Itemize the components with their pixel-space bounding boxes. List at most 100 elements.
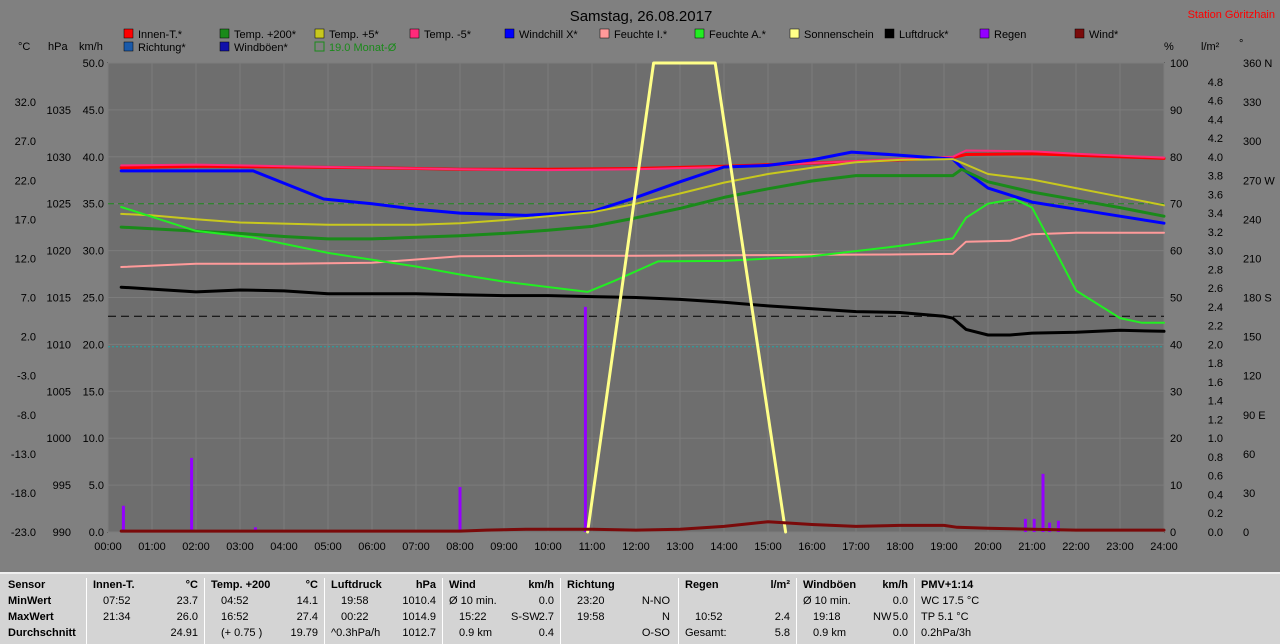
x-tick-label: 22:00 bbox=[1062, 541, 1090, 553]
x-tick-label: 12:00 bbox=[622, 541, 650, 553]
celsius-tick-label: 27.0 bbox=[15, 136, 36, 148]
legend-swatch bbox=[123, 28, 134, 39]
legend-label: Feuchte A.* bbox=[709, 29, 767, 41]
temp-avg-value: 19.79 bbox=[290, 627, 318, 639]
x-tick-label: 05:00 bbox=[314, 541, 342, 553]
x-tick-label: 02:00 bbox=[182, 541, 210, 553]
rain-tick-label: 3.4 bbox=[1208, 208, 1223, 220]
stats-col-boeen: Windböen km/h Ø 10 min. 0.0 19:18 NW 5.0 0.9… bbox=[796, 578, 914, 644]
legend-swatch bbox=[123, 41, 134, 52]
druck-max-value: 1014.9 bbox=[402, 611, 436, 623]
x-tick-label: 24:00 bbox=[1150, 541, 1178, 553]
wind-min-label: Ø 10 min. bbox=[449, 595, 497, 607]
rain-tick-label: 0.8 bbox=[1208, 452, 1223, 464]
direction-tick-label: 360 N bbox=[1243, 58, 1272, 70]
kmh-tick-label: 10.0 bbox=[83, 433, 104, 445]
rain-tick-label: 0.0 bbox=[1208, 527, 1223, 539]
percent-tick-label: 80 bbox=[1170, 152, 1182, 164]
wind-max-time: 15:22 bbox=[459, 611, 487, 623]
legend-label: Temp. -5* bbox=[424, 29, 472, 41]
percent-tick-label: 10 bbox=[1170, 480, 1182, 492]
rain-tick-label: 2.8 bbox=[1208, 264, 1223, 276]
rain-tick-label: 4.0 bbox=[1208, 152, 1223, 164]
legend-label: 19.0 Monat-Ø bbox=[329, 42, 397, 54]
celsius-tick-label: -13.0 bbox=[11, 449, 36, 461]
x-tick-label: 14:00 bbox=[710, 541, 738, 553]
kmh-tick-label: 50.0 bbox=[83, 58, 104, 70]
direction-tick-label: 60 bbox=[1243, 449, 1255, 461]
celsius-tick-label: 12.0 bbox=[15, 253, 36, 265]
boeen-max-value: 5.0 bbox=[892, 611, 908, 623]
celsius-tick-label: -23.0 bbox=[11, 527, 36, 539]
regen-unit: l/m² bbox=[770, 579, 790, 591]
x-tick-label: 10:00 bbox=[534, 541, 562, 553]
legend-label: Wind* bbox=[1089, 29, 1119, 41]
legend-label: Innen-T.* bbox=[138, 29, 183, 41]
statistics-panel: Sensor MinWert MaxWert Durchschnitt Inne… bbox=[0, 572, 1280, 644]
percent-tick-label: 50 bbox=[1170, 293, 1182, 305]
stats-col-druck: Luftdruck hPa 19:58 1010.4 00:22 1014.9 ^0.… bbox=[324, 578, 442, 644]
x-tick-label: 01:00 bbox=[138, 541, 166, 553]
rain-tick-label: 1.0 bbox=[1208, 433, 1223, 445]
temp-unit: °C bbox=[305, 579, 318, 591]
temp-min-value: 14.1 bbox=[296, 595, 318, 607]
legend-label: Feuchte I.* bbox=[614, 29, 668, 41]
kmh-tick-label: 15.0 bbox=[83, 386, 104, 398]
rain-tick-label: 3.6 bbox=[1208, 189, 1223, 201]
kmh-tick-label: 5.0 bbox=[89, 480, 104, 492]
direction-tick-label: 300 bbox=[1243, 136, 1261, 148]
rain-tick-label: 4.4 bbox=[1208, 114, 1223, 126]
druck-max-time: 00:22 bbox=[341, 611, 369, 623]
rain-tick-label: 2.0 bbox=[1208, 339, 1223, 351]
percent-tick-label: 100 bbox=[1170, 58, 1188, 70]
kmh-tick-label: 45.0 bbox=[83, 105, 104, 117]
x-tick-label: 03:00 bbox=[226, 541, 254, 553]
rain-tick-label: 0.6 bbox=[1208, 471, 1223, 483]
direction-tick-label: 210 bbox=[1243, 253, 1261, 265]
x-tick-label: 23:00 bbox=[1106, 541, 1134, 553]
percent-tick-label: 70 bbox=[1170, 199, 1182, 211]
x-tick-label: 04:00 bbox=[270, 541, 298, 553]
legend-swatch bbox=[219, 28, 230, 39]
wind-header: Wind bbox=[449, 579, 476, 591]
pmv-windchill: WC 17.5 °C bbox=[921, 595, 980, 607]
rain-tick-label: 3.2 bbox=[1208, 227, 1223, 239]
hpa-tick-label: 1035 bbox=[47, 105, 71, 117]
legend-label: Sonnenschein bbox=[804, 29, 874, 41]
stats-avg-label: Durchschnitt bbox=[8, 627, 76, 639]
boeen-avg-value: 0.0 bbox=[892, 627, 908, 639]
celsius-tick-label: 2.0 bbox=[21, 332, 36, 344]
station-name: Station Göritzhain bbox=[1188, 9, 1275, 21]
kmh-tick-label: 40.0 bbox=[83, 152, 104, 164]
direction-tick-label: 120 bbox=[1243, 371, 1261, 383]
kmh-tick-label: 35.0 bbox=[83, 199, 104, 211]
druck-avg-value: 1012.7 bbox=[402, 627, 436, 639]
richtung-min-value: N-NO bbox=[641, 595, 670, 607]
celsius-tick-label: -18.0 bbox=[11, 488, 36, 500]
innen-header: Innen-T. bbox=[93, 579, 135, 591]
druck-avg-trend: ^0.3hPa/h bbox=[331, 627, 381, 639]
temp-min-time: 04:52 bbox=[221, 595, 249, 607]
druck-unit: hPa bbox=[415, 579, 436, 591]
stats-col-temp: Temp. +200 °C 04:52 14.1 16:52 27.4 (+ 0.75… bbox=[204, 578, 324, 644]
pmv-pressure-trend: 0.2hPa/3h bbox=[921, 627, 972, 639]
rain-bar bbox=[121, 505, 125, 532]
hpa-tick-label: 995 bbox=[53, 480, 71, 492]
rain-bar bbox=[458, 486, 462, 532]
pmv-header: PMV+1:14 bbox=[921, 579, 974, 591]
direction-tick-label: 240 bbox=[1243, 214, 1261, 226]
legend-swatch bbox=[884, 28, 895, 39]
richtung-header: Richtung bbox=[567, 579, 615, 591]
legend-label: Windchill X* bbox=[519, 29, 578, 41]
legend-swatch bbox=[504, 28, 515, 39]
boeen-unit: km/h bbox=[882, 579, 908, 591]
richtung-avg-value: O-SO bbox=[641, 627, 670, 639]
rain-tick-label: 3.8 bbox=[1208, 171, 1223, 183]
rain-tick-label: 4.8 bbox=[1208, 77, 1223, 89]
rain-tick-label: 4.6 bbox=[1208, 96, 1223, 108]
boeen-max-time: 19:18 bbox=[813, 611, 841, 623]
innen-max-time: 21:34 bbox=[103, 611, 131, 623]
richtung-max-time: 19:58 bbox=[577, 611, 605, 623]
celsius-tick-label: 17.0 bbox=[15, 214, 36, 226]
kmh-tick-label: 20.0 bbox=[83, 339, 104, 351]
